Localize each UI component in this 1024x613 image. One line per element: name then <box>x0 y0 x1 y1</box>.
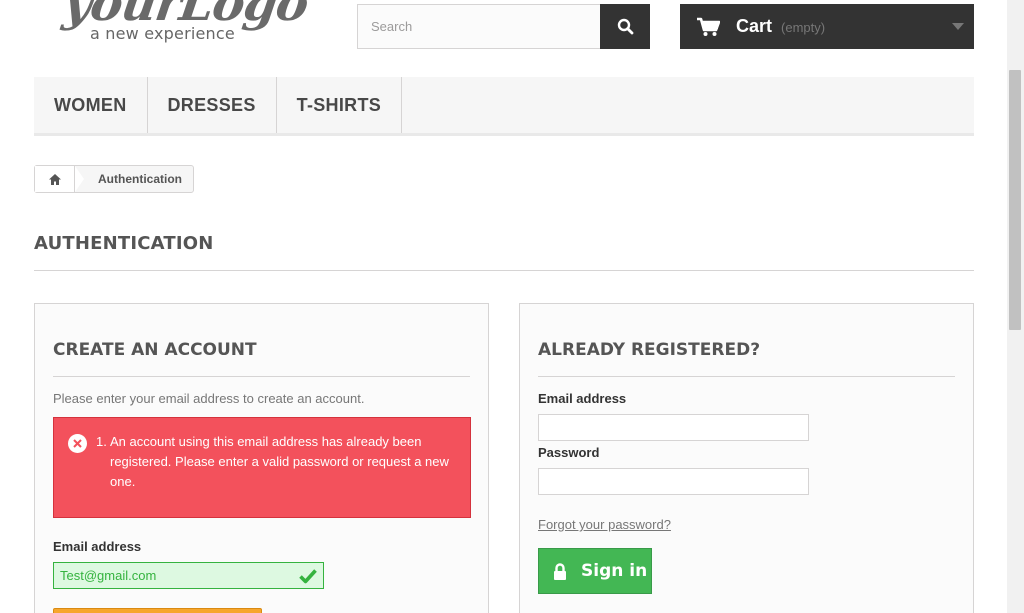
login-password-input[interactable] <box>538 468 809 495</box>
logo-tagline: a new experience <box>90 24 235 43</box>
create-account-intro: Please enter your email address to creat… <box>53 391 365 406</box>
error-alert: 1. An account using this email address h… <box>53 417 471 518</box>
menu-item-women[interactable]: Women <box>34 77 148 133</box>
error-message: An account using this email address has … <box>110 434 449 489</box>
error-number: 1. <box>96 434 107 449</box>
login-email-input[interactable] <box>538 414 809 441</box>
forgot-password-link[interactable]: Forgot your password? <box>538 517 671 532</box>
home-icon <box>48 173 61 185</box>
create-email-label: Email address <box>53 539 142 554</box>
cart-button[interactable]: Cart (empty) <box>680 4 974 49</box>
shopping-cart-icon <box>697 17 720 36</box>
cart-label: Cart <box>736 16 773 36</box>
cart-status: (empty) <box>781 20 826 35</box>
breadcrumb: Authentication <box>34 165 194 193</box>
create-account-heading: Create an account <box>53 340 470 377</box>
create-email-value: Test@gmail.com <box>60 568 157 583</box>
search-input[interactable] <box>357 4 601 49</box>
already-registered-heading: Already registered? <box>538 340 955 377</box>
page-scrollbar[interactable] <box>1007 0 1024 613</box>
site-logo[interactable]: yourLogo a new experience <box>58 0 311 46</box>
search-form <box>357 4 650 49</box>
sign-in-button[interactable]: Sign in <box>538 548 652 594</box>
main-menu: Women Dresses T-shirts <box>34 77 974 136</box>
create-account-button[interactable] <box>53 608 262 613</box>
lock-icon <box>553 562 567 580</box>
sign-in-label: Sign in <box>581 561 648 581</box>
menu-item-t-shirts[interactable]: T-shirts <box>277 77 403 133</box>
close-circle-icon <box>68 434 87 453</box>
breadcrumb-home[interactable] <box>35 166 84 192</box>
create-email-field[interactable]: Test@gmail.com <box>53 562 324 589</box>
login-password-label: Password <box>538 445 600 460</box>
search-icon <box>617 18 633 35</box>
scrollbar-thumb[interactable] <box>1009 70 1021 330</box>
login-form: Already registered? Email address Passwo… <box>519 303 974 613</box>
login-email-label: Email address <box>538 391 627 406</box>
page-title: Authentication <box>34 233 974 271</box>
chevron-down-icon <box>952 23 964 30</box>
search-button[interactable] <box>600 4 650 49</box>
create-account-form: Create an account Please enter your emai… <box>34 303 489 613</box>
breadcrumb-current: Authentication <box>98 172 182 186</box>
breadcrumb-separator <box>75 166 84 192</box>
menu-item-dresses[interactable]: Dresses <box>148 77 277 133</box>
check-icon <box>299 569 317 584</box>
